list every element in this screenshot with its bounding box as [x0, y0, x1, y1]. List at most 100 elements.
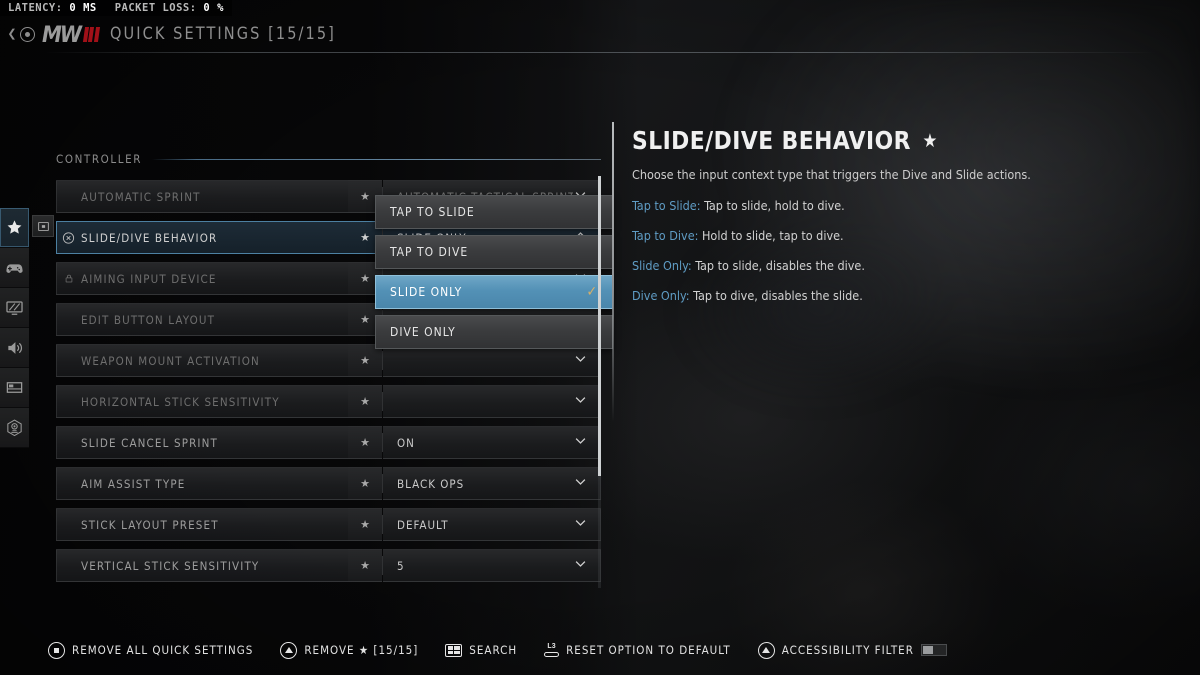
detail-bullet-text: Hold to slide, tap to dive. — [698, 227, 844, 243]
section-title: CONTROLLER — [56, 152, 142, 166]
setting-value-box[interactable]: ON — [383, 426, 601, 459]
interface-icon — [6, 382, 23, 393]
setting-value-box[interactable]: DEFAULT — [383, 508, 601, 541]
sidebar-item-audio[interactable] — [0, 328, 29, 368]
favorite-star-toggle[interactable]: ★ — [348, 549, 382, 582]
setting-value-box[interactable]: 5 — [383, 549, 601, 582]
setting-label-box[interactable]: WEAPON MOUNT ACTIVATION — [56, 344, 348, 377]
footer-label: REMOVE ALL QUICK SETTINGS — [72, 643, 254, 657]
cross-circle-icon — [62, 231, 75, 244]
detail-panel: SLIDE/DIVE BEHAVIOR ★ Choose the input c… — [632, 126, 1152, 318]
dropdown-options-list: TAP TO SLIDE TAP TO DIVE SLIDE ONLY ✓ DIVE O… — [375, 189, 613, 355]
dropdown-option[interactable]: SLIDE ONLY ✓ — [375, 275, 613, 309]
footer-action-search[interactable]: SEARCH — [445, 643, 517, 657]
dropdown-option-label: TAP TO SLIDE — [390, 205, 475, 219]
detail-bullet: Tap to Dive: Hold to slide, tap to dive. — [632, 228, 1152, 243]
packet-loss-readout: PACKET LOSS: 0 % — [115, 2, 224, 14]
section-header: CONTROLLER — [56, 148, 601, 170]
sidebar-item-interface[interactable] — [0, 368, 29, 408]
detail-bullet-text: Tap to dive, disables the slide. — [689, 287, 863, 303]
setting-row[interactable]: STICK LAYOUT PRESET ★ DEFAULT — [56, 508, 601, 541]
sidebar-item-accessibility[interactable] — [0, 408, 29, 448]
dropdown-option-label: SLIDE ONLY — [390, 285, 463, 299]
packet-loss-value: 0 — [203, 2, 211, 14]
setting-label: VERTICAL STICK SENSITIVITY — [81, 558, 260, 573]
dropdown-option[interactable]: DIVE ONLY — [375, 315, 613, 349]
screen-swap-icon — [37, 221, 49, 231]
setting-value: ON — [397, 435, 415, 450]
latency-unit: MS — [83, 2, 97, 14]
footer-action-accessibility-filter[interactable]: ACCESSIBILITY FILTER — [757, 641, 947, 659]
scrollbar-thumb[interactable] — [598, 176, 601, 476]
favorite-star-toggle[interactable]: ★ — [348, 467, 382, 500]
setting-row[interactable]: AIM ASSIST TYPE ★ BLACK OPS — [56, 467, 601, 500]
setting-label: STICK LAYOUT PRESET — [81, 517, 219, 532]
setting-label: SLIDE CANCEL SPRINT — [81, 435, 218, 450]
setting-label-box[interactable]: EDIT BUTTON LAYOUT — [56, 303, 348, 336]
settings-panel: CONTROLLER AUTOMATIC SPRINT★AUTOMATIC TA… — [56, 148, 613, 590]
setting-label-box[interactable]: AUTOMATIC SPRINT — [56, 180, 348, 213]
screen-swap-button[interactable] — [32, 215, 54, 237]
accessibility-filter-toggle[interactable] — [920, 644, 947, 656]
setting-label-box[interactable]: HORIZONTAL STICK SENSITIVITY — [56, 385, 348, 418]
sidebar-item-favorites[interactable] — [0, 208, 29, 248]
packet-loss-unit: % — [217, 2, 224, 14]
back-button[interactable]: ❮ — [0, 26, 42, 42]
l3-button-icon: L3 — [544, 643, 560, 657]
favorite-star-toggle[interactable]: ★ — [348, 508, 382, 541]
cross-circle-icon — [62, 231, 75, 244]
gamepad-icon — [6, 264, 23, 273]
accessibility-icon — [7, 419, 22, 437]
setting-chevron — [573, 392, 588, 412]
setting-label-box[interactable]: VERTICAL STICK SENSITIVITY — [56, 549, 348, 582]
detail-bullet-text: Tap to slide, hold to dive. — [700, 197, 845, 213]
favorite-star-toggle[interactable]: ★ — [348, 385, 382, 418]
setting-label-box[interactable]: SLIDE/DIVE BEHAVIOR — [56, 221, 348, 254]
setting-chevron — [573, 474, 588, 494]
setting-value-box[interactable]: BLACK OPS — [383, 467, 601, 500]
footer-action-remove-all[interactable]: REMOVE ALL QUICK SETTINGS — [48, 641, 254, 659]
chevron-down-icon — [575, 396, 586, 403]
favorite-star-toggle[interactable]: ★ — [348, 426, 382, 459]
footer-action-reset-option[interactable]: L3 RESET OPTION TO DEFAULT — [544, 643, 731, 657]
detail-bullet: Slide Only: Tap to slide, disables the d… — [632, 258, 1152, 273]
detail-bullet: Dive Only: Tap to dive, disables the sli… — [632, 288, 1152, 303]
detail-bullet-key: Tap to Dive: — [632, 227, 699, 243]
setting-label: EDIT BUTTON LAYOUT — [81, 312, 216, 327]
logo-text: MW — [42, 20, 82, 48]
setting-row[interactable]: HORIZONTAL STICK SENSITIVITY ★ — [56, 385, 601, 418]
header-divider — [44, 52, 1156, 53]
detail-bullet-key: Tap to Slide: — [632, 197, 701, 213]
detail-bullet-list: Tap to Slide: Tap to slide, hold to dive… — [632, 198, 1152, 303]
packet-loss-label: PACKET LOSS: — [114, 2, 197, 14]
setting-chevron — [573, 515, 588, 535]
triangle-button-icon — [757, 641, 775, 659]
detail-title-row: SLIDE/DIVE BEHAVIOR ★ — [632, 126, 1136, 155]
setting-label-box[interactable]: AIMING INPUT DEVICE — [56, 262, 348, 295]
sidebar-item-controller[interactable] — [0, 248, 29, 288]
setting-label-box[interactable]: AIM ASSIST TYPE — [56, 467, 348, 500]
setting-label: AIMING INPUT DEVICE — [81, 271, 217, 286]
latency-value: 0 — [69, 2, 77, 14]
dropdown-option[interactable]: TAP TO SLIDE — [375, 195, 613, 229]
section-divider — [152, 158, 601, 160]
setting-value: DEFAULT — [397, 517, 449, 532]
setting-label-box[interactable]: STICK LAYOUT PRESET — [56, 508, 348, 541]
chevron-down-icon — [575, 519, 586, 526]
latency-readout: LATENCY: 0 MS — [8, 2, 97, 14]
footer-action-remove-favorite[interactable]: REMOVE ★ [15/15] — [280, 641, 418, 659]
favorite-star-icon: ★ — [922, 129, 938, 152]
circle-button-icon — [48, 641, 65, 659]
chevron-left-icon: ❮ — [7, 27, 17, 40]
setting-value-box[interactable] — [383, 385, 601, 418]
sidebar-item-graphics[interactable] — [0, 288, 29, 328]
setting-row[interactable]: SLIDE CANCEL SPRINT ★ ON — [56, 426, 601, 459]
setting-row[interactable]: VERTICAL STICK SENSITIVITY ★ 5 — [56, 549, 601, 582]
dropdown-option[interactable]: TAP TO DIVE — [375, 235, 613, 269]
setting-chevron — [573, 556, 588, 576]
setting-label: WEAPON MOUNT ACTIVATION — [81, 353, 260, 368]
triangle-button-icon — [280, 641, 298, 659]
setting-label: AUTOMATIC SPRINT — [81, 189, 201, 204]
setting-label-box[interactable]: SLIDE CANCEL SPRINT — [56, 426, 348, 459]
monitor-icon — [6, 301, 23, 315]
